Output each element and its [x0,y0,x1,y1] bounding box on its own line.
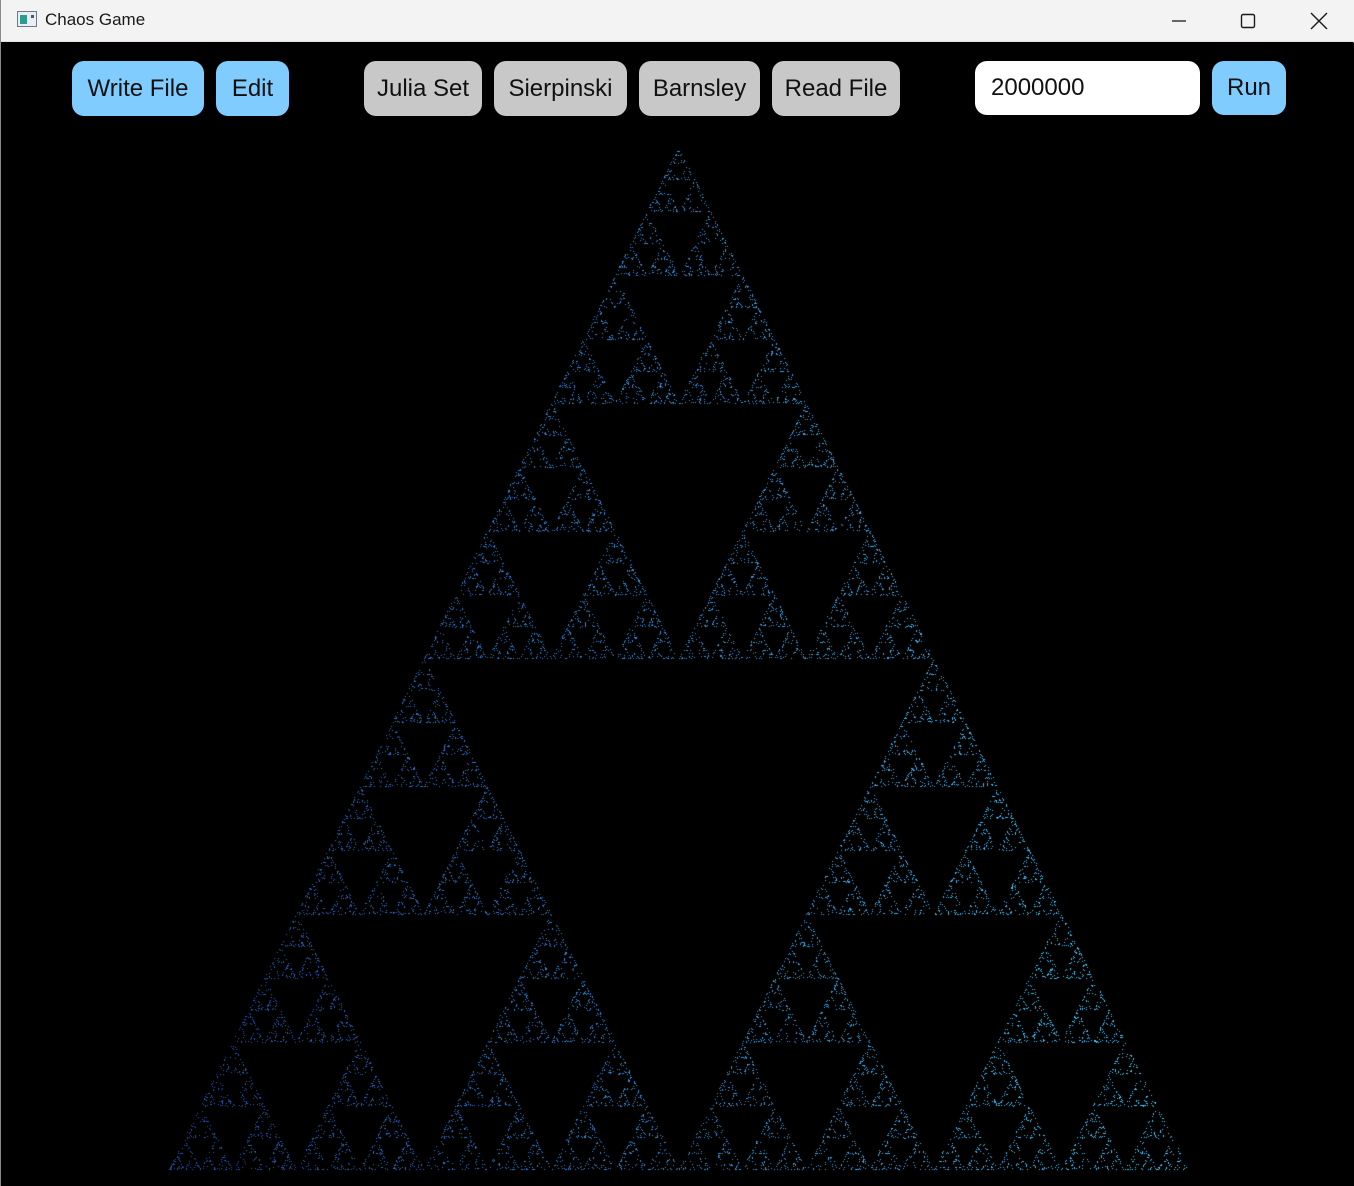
sierpinski-button[interactable]: Sierpinski [494,61,627,116]
title-bar[interactable]: Chaos Game [1,0,1354,42]
iterations-input[interactable] [975,61,1200,115]
app-window: Chaos Game Write File Edit Julia Set Sie… [0,0,1354,1186]
close-button[interactable] [1285,0,1353,42]
minimize-button[interactable] [1145,0,1213,42]
window-title: Chaos Game [45,10,146,29]
sierpinski-fractal-canvas [1,43,1354,1186]
write-file-button[interactable]: Write File [72,61,204,116]
minimize-icon [1172,20,1186,22]
run-button[interactable]: Run [1212,61,1286,115]
barnsley-button[interactable]: Barnsley [639,61,760,116]
julia-set-button[interactable]: Julia Set [364,61,482,116]
close-icon [1310,12,1328,30]
window-app-icon [17,11,37,27]
maximize-button[interactable] [1214,0,1282,42]
maximize-icon [1240,13,1256,29]
edit-button[interactable]: Edit [216,61,289,116]
read-file-button[interactable]: Read File [772,61,900,116]
fractal-canvas-area[interactable] [1,43,1354,1186]
